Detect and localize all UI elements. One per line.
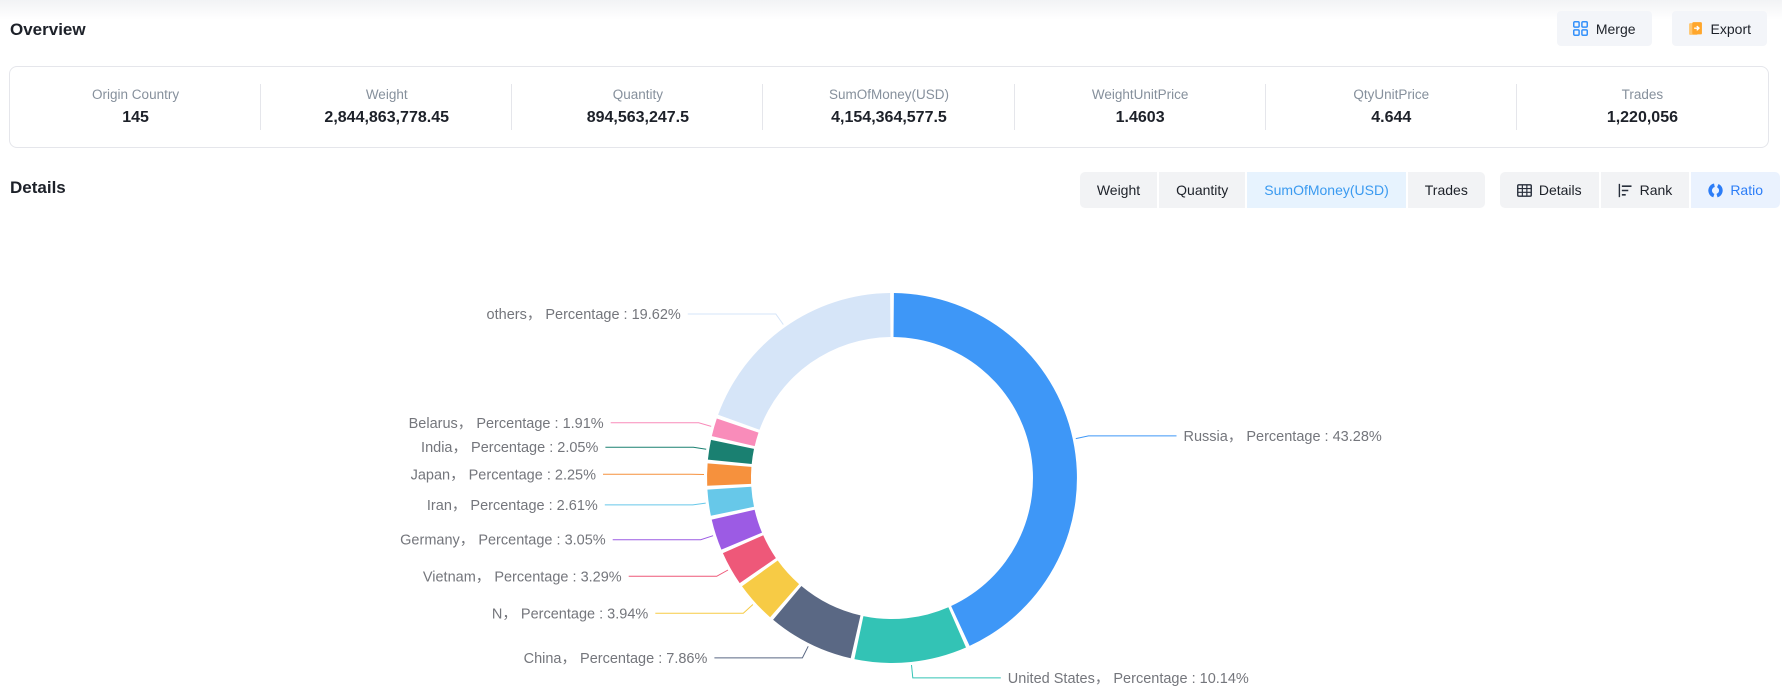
stat-label: SumOfMoney(USD) [829, 87, 949, 102]
details-title: Details [10, 178, 66, 198]
stat-value: 2,844,863,778.45 [324, 109, 449, 127]
pie-label-india: India， Percentage : 2.05% [421, 440, 598, 456]
view-tab-group: Details Rank Ratio [1500, 172, 1780, 208]
stat-weight: Weight 2,844,863,778.45 [261, 67, 512, 147]
top-fade-strip [0, 0, 1782, 20]
stat-label: Weight [366, 87, 408, 102]
pie-label-line [605, 503, 706, 505]
rank-icon [1618, 183, 1633, 198]
tab-view-ratio[interactable]: Ratio [1691, 172, 1780, 208]
stat-quantity: Quantity 894,563,247.5 [512, 67, 763, 147]
stat-label: Origin Country [92, 87, 179, 102]
pie-label-vietnam: Vietnam， Percentage : 3.29% [423, 569, 622, 585]
overview-title: Overview [10, 20, 86, 40]
pie-slice-united-states[interactable] [854, 607, 966, 663]
pie-label-line [605, 447, 706, 449]
pie-label-germany: Germany， Percentage : 3.05% [400, 533, 606, 549]
merge-icon [1573, 21, 1588, 36]
metric-tab-group: Weight Quantity SumOfMoney(USD) Trades [1080, 172, 1485, 208]
pie-label-others: others， Percentage : 19.62% [487, 307, 681, 323]
stat-label: WeightUnitPrice [1092, 87, 1189, 102]
stat-sumofmoney-usd-: SumOfMoney(USD) 4,154,364,577.5 [763, 67, 1014, 147]
export-button-label: Export [1711, 21, 1751, 37]
pie-label-line [611, 423, 712, 427]
stat-trades: Trades 1,220,056 [1517, 67, 1768, 147]
stat-qtyunitprice: QtyUnitPrice 4.644 [1266, 67, 1517, 147]
pie-label-line [613, 536, 713, 540]
stat-value: 145 [122, 109, 149, 127]
stat-value: 1.4603 [1116, 109, 1165, 127]
tab-metric-weight[interactable]: Weight [1080, 172, 1157, 208]
export-icon [1688, 21, 1703, 36]
stat-label: Trades [1622, 87, 1664, 102]
pie-label-japan: Japan， Percentage : 2.25% [411, 467, 597, 483]
pie-slice-russia[interactable] [894, 293, 1077, 646]
pie-slice-japan[interactable] [707, 463, 751, 485]
merge-button[interactable]: Merge [1557, 11, 1652, 46]
stat-value: 4,154,364,577.5 [831, 109, 947, 127]
pie-label-line [688, 314, 784, 325]
pie-label-n: N， Percentage : 3.94% [492, 606, 648, 622]
stat-value: 1,220,056 [1607, 109, 1678, 127]
pie-label-line [629, 570, 728, 576]
pie-label-belarus: Belarus， Percentage : 1.91% [409, 416, 604, 432]
pie-slice-iran[interactable] [707, 487, 754, 516]
stat-value: 4.644 [1371, 109, 1411, 127]
export-button[interactable]: Export [1672, 11, 1767, 46]
tab-label: Rank [1640, 182, 1673, 198]
tab-label: SumOfMoney(USD) [1264, 182, 1388, 198]
stat-origin-country: Origin Country 145 [10, 67, 261, 147]
table-icon [1517, 183, 1532, 198]
tab-metric-trades[interactable]: Trades [1408, 172, 1485, 208]
pie-label-russia: Russia， Percentage : 43.28% [1184, 429, 1382, 445]
pie-label-line [655, 605, 753, 614]
trade-dashboard-page: Overview Merge Export [0, 0, 1782, 688]
pie-label-line [714, 646, 808, 658]
donut-icon [1708, 183, 1723, 198]
stat-weightunitprice: WeightUnitPrice 1.4603 [1015, 67, 1266, 147]
tab-label: Quantity [1176, 182, 1228, 198]
tab-metric-sumofmoney-usd-[interactable]: SumOfMoney(USD) [1247, 172, 1405, 208]
pie-label-line [1076, 436, 1177, 439]
header-actions: Merge Export [1557, 11, 1767, 46]
tab-label: Weight [1097, 182, 1140, 198]
tab-label: Ratio [1730, 182, 1763, 198]
stat-label: Quantity [613, 87, 663, 102]
stat-label: QtyUnitPrice [1353, 87, 1429, 102]
origin-country-donut-chart: Russia， Percentage : 43.28% United States… [0, 208, 1782, 688]
stat-value: 894,563,247.5 [587, 109, 689, 127]
details-toolbar: Weight Quantity SumOfMoney(USD) Trades Deta… [1080, 172, 1780, 208]
tab-view-rank[interactable]: Rank [1601, 172, 1690, 208]
merge-button-label: Merge [1596, 21, 1636, 37]
pie-label-united-states: United States， Percentage : 10.14% [1008, 671, 1249, 687]
tab-metric-quantity[interactable]: Quantity [1159, 172, 1245, 208]
tab-label: Details [1539, 182, 1582, 198]
pie-label-china: China， Percentage : 7.86% [524, 651, 708, 667]
tab-label: Trades [1425, 182, 1468, 198]
overview-stats-card: Origin Country 145 Weight 2,844,863,778.45 Q… [9, 66, 1769, 148]
tab-view-details[interactable]: Details [1500, 172, 1599, 208]
pie-label-iran: Iran， Percentage : 2.61% [427, 498, 598, 514]
pie-label-line [912, 665, 1001, 678]
